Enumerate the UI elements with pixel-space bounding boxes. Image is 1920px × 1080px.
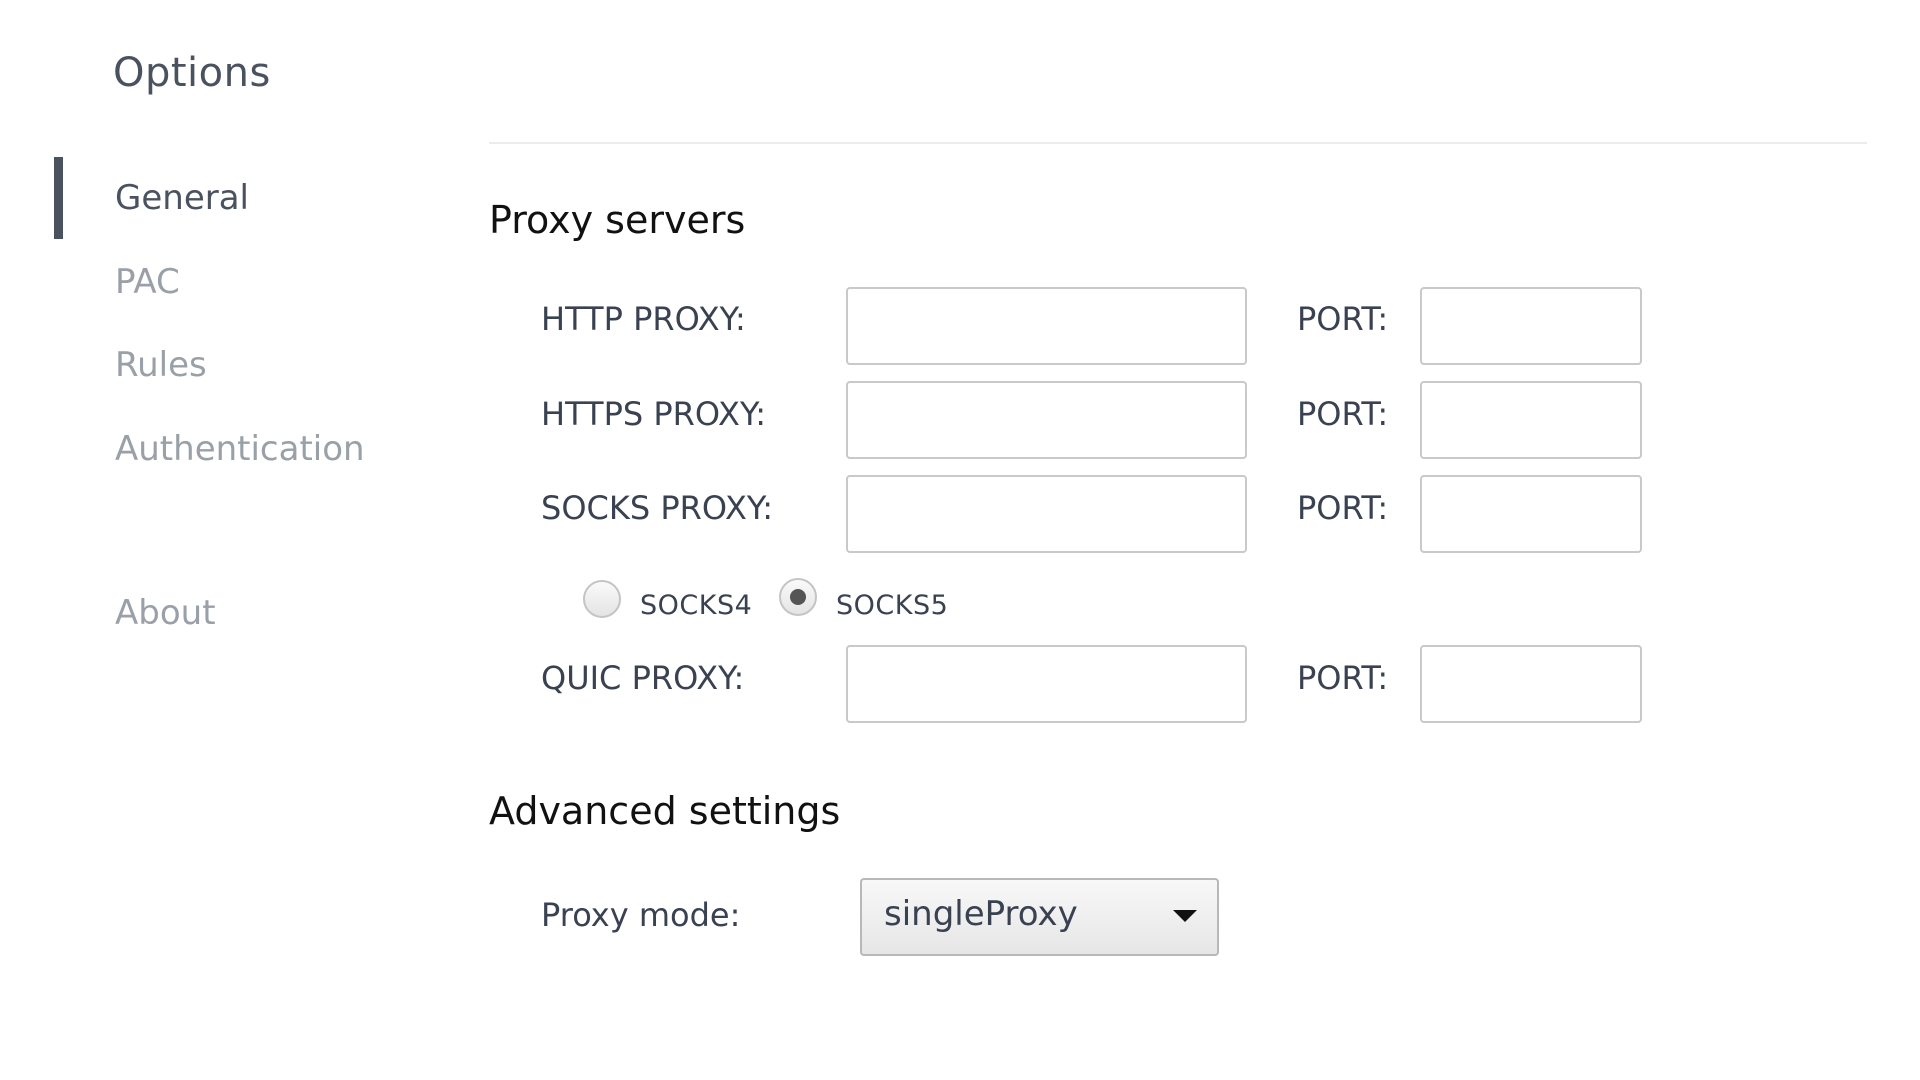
http-port-label: PORT:	[1297, 300, 1389, 338]
socks4-radio[interactable]	[583, 580, 621, 618]
https-proxy-label: HTTPS PROXY:	[541, 395, 767, 433]
quic-port-input[interactable]	[1420, 645, 1642, 723]
socks5-radio[interactable]	[779, 578, 817, 616]
active-nav-indicator	[54, 157, 63, 239]
socks-port-input[interactable]	[1420, 475, 1642, 553]
http-port-input[interactable]	[1420, 287, 1642, 365]
advanced-settings-heading: Advanced settings	[489, 789, 841, 833]
page-title: Options	[113, 50, 271, 96]
quic-proxy-label: QUIC PROXY:	[541, 659, 745, 697]
quic-proxy-input[interactable]	[846, 645, 1247, 723]
sidebar-item-about[interactable]: About	[115, 593, 216, 633]
sidebar-item-general[interactable]: General	[115, 178, 249, 218]
http-proxy-label: HTTP PROXY:	[541, 300, 746, 338]
socks-proxy-input[interactable]	[846, 475, 1247, 553]
proxy-mode-select[interactable]: singleProxy	[860, 878, 1219, 956]
socks-proxy-label: SOCKS PROXY:	[541, 489, 773, 527]
socks-port-label: PORT:	[1297, 489, 1389, 527]
proxy-mode-value: singleProxy	[884, 894, 1078, 934]
socks4-label[interactable]: SOCKS4	[640, 590, 752, 621]
http-proxy-input[interactable]	[846, 287, 1247, 365]
sidebar-item-rules[interactable]: Rules	[115, 345, 207, 385]
proxy-mode-label: Proxy mode:	[541, 896, 741, 934]
proxy-servers-heading: Proxy servers	[489, 198, 746, 242]
socks5-label[interactable]: SOCKS5	[836, 590, 948, 621]
sidebar-item-pac[interactable]: PAC	[115, 262, 180, 302]
sidebar-item-authentication[interactable]: Authentication	[115, 429, 365, 469]
header-divider	[489, 142, 1867, 144]
https-proxy-input[interactable]	[846, 381, 1247, 459]
https-port-label: PORT:	[1297, 395, 1389, 433]
https-port-input[interactable]	[1420, 381, 1642, 459]
chevron-down-icon	[1173, 910, 1197, 922]
quic-port-label: PORT:	[1297, 659, 1389, 697]
